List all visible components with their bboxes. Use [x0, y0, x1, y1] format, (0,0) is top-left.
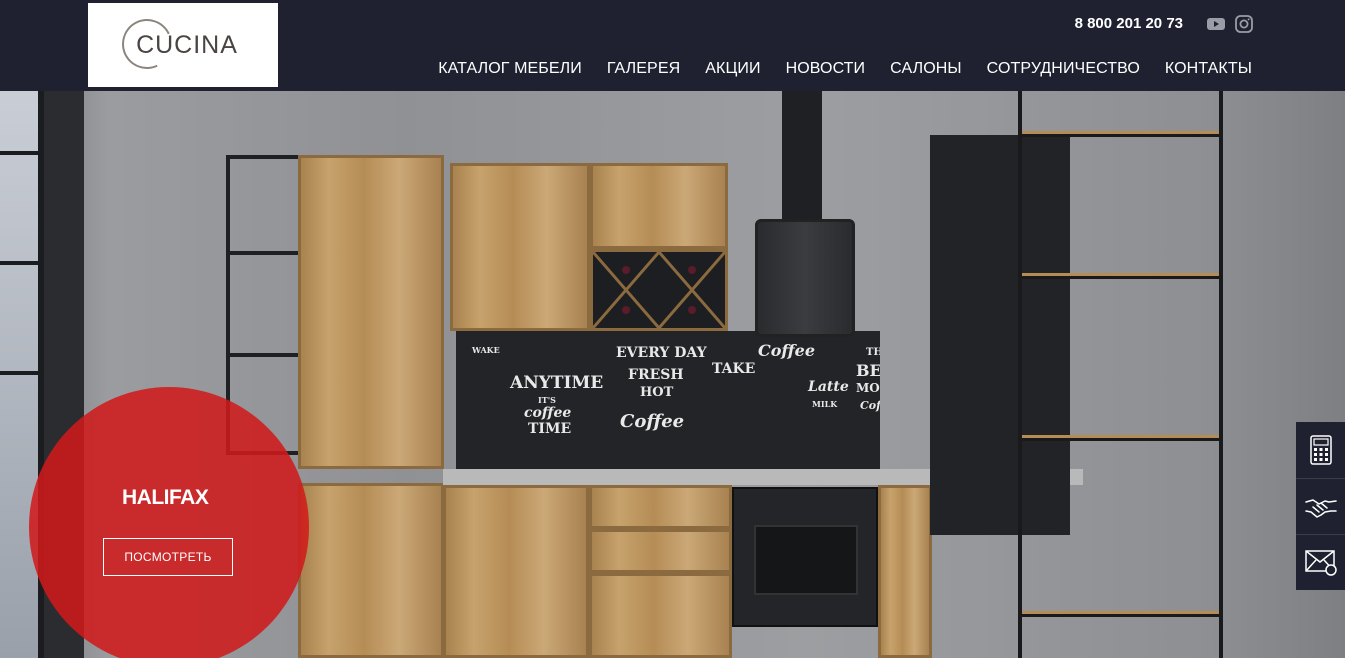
- upper-cabinet-left: [450, 163, 590, 331]
- site-header: CUCINA 8 800 201 20 73 КАТАЛОГ МЕБЕЛИ ГА…: [0, 0, 1345, 91]
- logo[interactable]: CUCINA: [88, 3, 278, 87]
- nav-cooperation[interactable]: СОТРУДНИЧЕСТВО: [987, 60, 1140, 78]
- promo-title: HALIFAX: [122, 486, 209, 509]
- wine-rack-grid: [591, 251, 727, 329]
- chalkboard-backsplash: WAKE ANYTIME IT'S coffee TIME EVERY DAY …: [456, 331, 880, 469]
- wine-rack: [590, 249, 728, 331]
- partnership-button[interactable]: [1296, 478, 1345, 534]
- backsplash-word: BEST: [856, 361, 880, 380]
- mail-icon: [1304, 549, 1337, 576]
- calculator-icon: [1309, 435, 1332, 465]
- backsplash-word: THE: [866, 347, 880, 358]
- nav-promotions[interactable]: АКЦИИ: [705, 60, 760, 78]
- nav-news[interactable]: НОВОСТИ: [786, 60, 866, 78]
- backsplash-word: IT'S: [538, 395, 556, 405]
- promo-circle: HALIFAX ПОСМОТРЕТЬ: [29, 387, 309, 658]
- main-nav: КАТАЛОГ МЕБЕЛИ ГАЛЕРЕЯ АКЦИИ НОВОСТИ САЛ…: [438, 60, 1252, 78]
- calculator-button[interactable]: [1296, 422, 1345, 478]
- oven: [732, 487, 878, 627]
- phone-link[interactable]: 8 800 201 20 73: [1075, 15, 1183, 32]
- drawer-top: [589, 485, 732, 529]
- nav-contacts[interactable]: КОНТАКТЫ: [1165, 60, 1252, 78]
- lower-cabinet-left: [443, 485, 589, 658]
- drawer-bottom: [589, 573, 732, 658]
- range-hood-pipe: [782, 91, 822, 231]
- backsplash-word: coffee: [524, 405, 572, 421]
- instagram-icon[interactable]: [1235, 15, 1253, 33]
- backsplash-word: Coffee: [620, 411, 685, 432]
- handshake-icon: [1304, 498, 1337, 518]
- logo-text: CUCINA: [136, 30, 238, 59]
- tall-cabinet-lower: [298, 483, 444, 658]
- backsplash-word: FRESH: [628, 367, 684, 383]
- nav-salons[interactable]: САЛОНЫ: [890, 60, 962, 78]
- youtube-icon[interactable]: [1207, 16, 1225, 32]
- backsplash-word: Coffee: [758, 341, 815, 360]
- right-open-shelf: [1018, 91, 1223, 658]
- nav-gallery[interactable]: ГАЛЕРЕЯ: [607, 60, 680, 78]
- nav-catalog[interactable]: КАТАЛОГ МЕБЕЛИ: [438, 60, 582, 78]
- tall-cabinet: [298, 155, 444, 469]
- backsplash-word: Latte: [808, 379, 849, 395]
- hero-banner: WAKE ANYTIME IT'S coffee TIME EVERY DAY …: [0, 91, 1345, 658]
- range-hood: [755, 219, 855, 337]
- upper-cabinet-right: [590, 163, 728, 249]
- backsplash-word: MILK: [812, 399, 838, 409]
- backsplash-word: WAKE: [472, 345, 500, 355]
- backsplash-word: Coffee: [860, 399, 880, 412]
- backsplash-word: MORNING: [856, 381, 880, 395]
- corner-cabinet: [878, 485, 932, 658]
- side-panel: [1296, 422, 1345, 590]
- oven-window: [754, 525, 858, 595]
- view-button[interactable]: ПОСМОТРЕТЬ: [103, 538, 233, 576]
- backsplash-word: HOT: [640, 385, 674, 400]
- backsplash-word: EVERY DAY: [616, 345, 707, 361]
- feedback-button[interactable]: [1296, 534, 1345, 590]
- backsplash-word: TAKE: [712, 361, 756, 377]
- backsplash-word: ANYTIME: [510, 373, 604, 393]
- drawer-middle: [589, 529, 732, 573]
- backsplash-word: TIME: [528, 421, 572, 437]
